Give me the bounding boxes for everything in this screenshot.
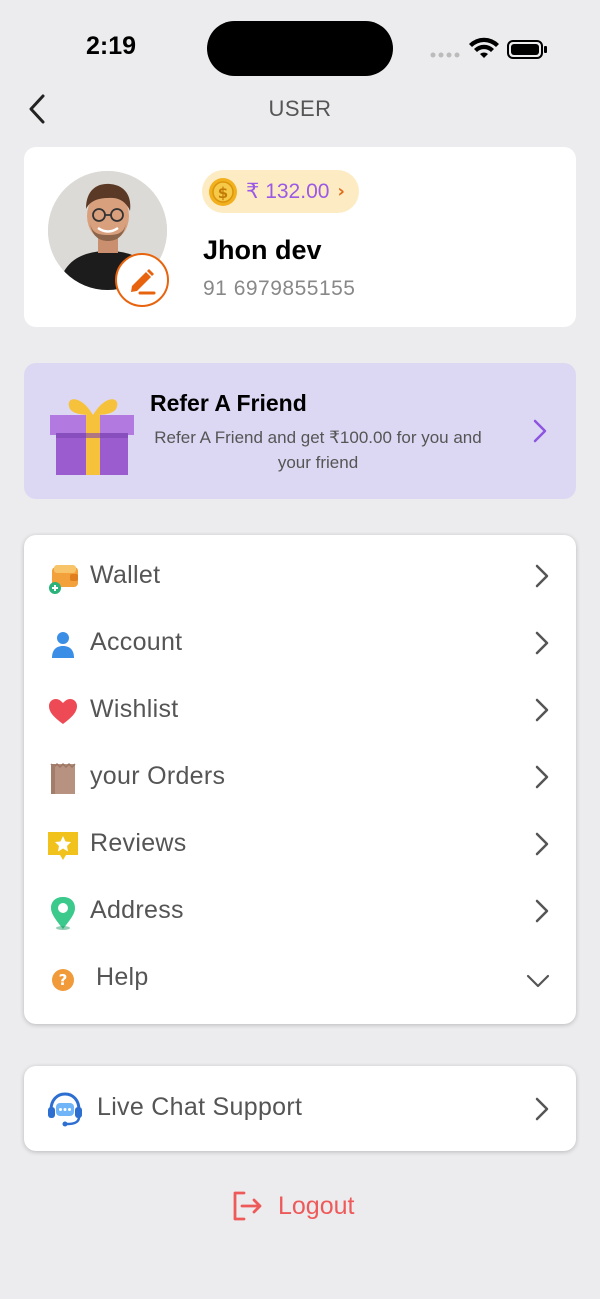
menu-label: Reviews — [90, 829, 187, 857]
chevron-right-icon — [535, 564, 549, 588]
menu-card: Wallet Account Wishlist your Orders Revi… — [24, 535, 576, 1024]
gift-icon — [50, 399, 134, 475]
coin-balance-pill[interactable]: $ ₹ 132.00 › — [202, 170, 359, 213]
wallet-icon — [46, 561, 80, 595]
menu-item-address[interactable]: Address — [24, 882, 576, 942]
refer-description: Refer A Friend and get ₹100.00 for you a… — [154, 428, 482, 472]
menu-item-help[interactable]: ? Help — [24, 949, 576, 1009]
user-icon — [46, 628, 80, 662]
menu-item-account[interactable]: Account — [24, 614, 576, 674]
menu-item-reviews[interactable]: Reviews — [24, 815, 576, 875]
refer-title: Refer A Friend — [150, 390, 307, 416]
status-icons — [430, 37, 547, 59]
svg-text:$: $ — [218, 184, 228, 202]
chevron-right-icon — [535, 698, 549, 722]
menu-label: Wishlist — [90, 695, 179, 723]
profile-card: $ ₹ 132.00 › Jhon dev 91 6979855155 — [24, 147, 576, 327]
chevron-right-icon — [535, 832, 549, 856]
live-chat-label: Live Chat Support — [97, 1093, 303, 1121]
signal-icon — [430, 52, 460, 58]
chevron-right-icon — [535, 899, 549, 923]
menu-label: Wallet — [90, 561, 161, 589]
star-review-icon — [46, 829, 80, 863]
pencil-icon — [131, 269, 156, 295]
user-name: Jhon dev — [203, 235, 322, 265]
location-pin-icon — [46, 896, 80, 930]
menu-item-wishlist[interactable]: Wishlist — [24, 681, 576, 741]
chevron-right-icon — [535, 765, 549, 789]
menu-item-wallet[interactable]: Wallet — [24, 547, 576, 607]
status-bar: 2:19 — [0, 0, 600, 96]
logout-label: Logout — [278, 1191, 355, 1220]
live-chat-support-card[interactable]: Live Chat Support — [24, 1066, 576, 1151]
menu-label: Help — [96, 963, 149, 991]
menu-item-orders[interactable]: your Orders — [24, 748, 576, 808]
chevron-right-icon — [535, 1097, 549, 1121]
status-time: 2:19 — [86, 32, 137, 60]
logout-icon — [233, 1191, 262, 1221]
svg-text:?: ? — [59, 971, 68, 989]
edit-profile-button[interactable] — [115, 253, 169, 307]
question-icon: ? — [46, 963, 80, 997]
refer-friend-card[interactable]: Refer A Friend Refer A Friend and get ₹1… — [24, 363, 576, 499]
menu-label: Account — [90, 628, 183, 656]
bag-icon — [46, 762, 80, 796]
menu-label: Address — [90, 896, 184, 924]
coin-icon: $ — [209, 177, 237, 206]
page-title: USER — [268, 96, 332, 121]
battery-icon — [507, 40, 547, 59]
heart-icon — [46, 695, 80, 729]
chevron-right-icon — [535, 631, 549, 655]
wifi-icon — [469, 37, 499, 58]
logout-button[interactable]: Logout — [230, 1186, 354, 1226]
coin-amount: ₹ 132.00 — [246, 180, 330, 203]
headset-chat-icon — [48, 1092, 82, 1127]
chevron-right-icon: › — [337, 181, 345, 202]
dynamic-island — [207, 21, 393, 76]
user-phone: 91 6979855155 — [203, 277, 356, 300]
chevron-down-icon — [526, 974, 550, 988]
menu-label: your Orders — [90, 762, 226, 790]
chevron-right-icon — [533, 419, 547, 443]
